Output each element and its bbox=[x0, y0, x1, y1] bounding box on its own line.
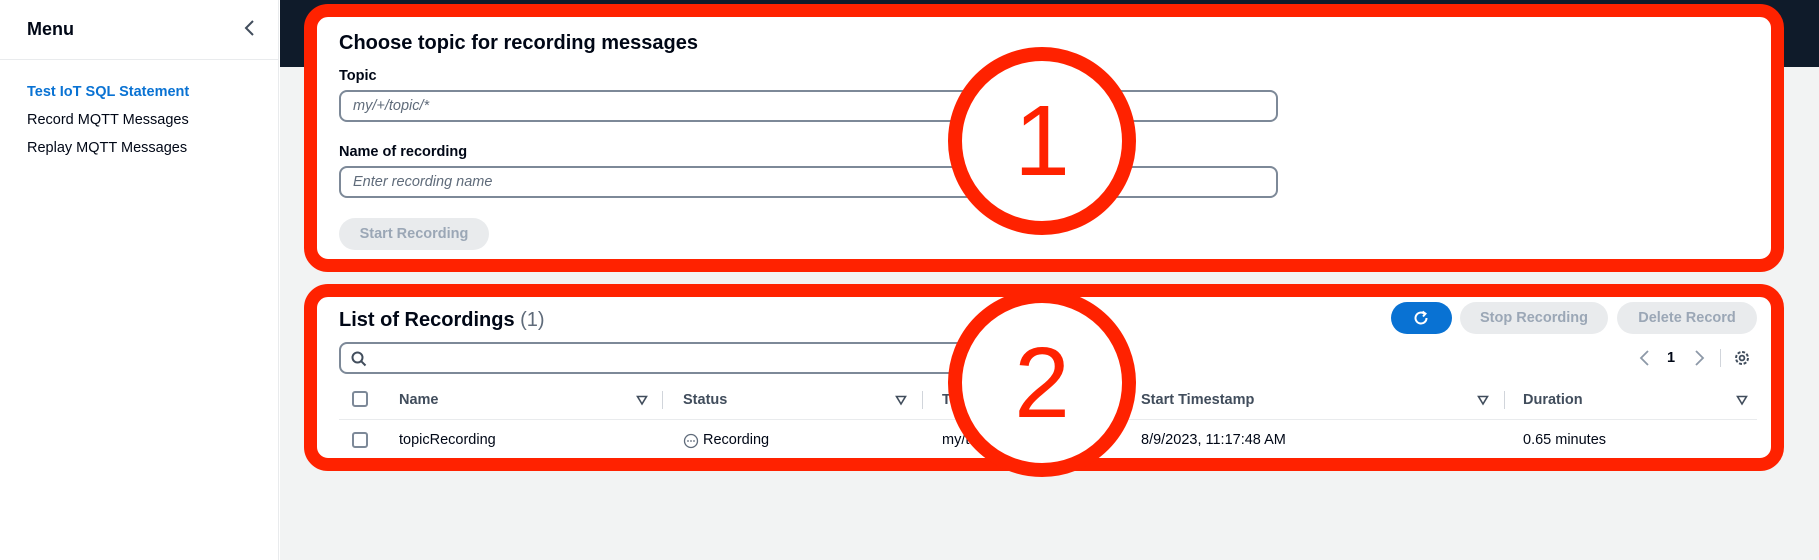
sort-caret-icon[interactable] bbox=[1736, 394, 1748, 406]
side-navigation: Menu Test IoT SQL Statement Record MQTT … bbox=[0, 0, 279, 560]
recordings-search-input[interactable] bbox=[339, 342, 989, 374]
recordings-title: List of Recordings (1) bbox=[339, 309, 545, 332]
settings-gear-icon[interactable] bbox=[1733, 349, 1751, 367]
topic-input[interactable] bbox=[339, 90, 1278, 122]
refresh-icon bbox=[1414, 310, 1428, 325]
sidebar-nav: Test IoT SQL Statement Record MQTT Messa… bbox=[27, 82, 189, 166]
column-header-status[interactable]: Status bbox=[683, 392, 727, 408]
table-cell-name: topicRecording bbox=[399, 432, 496, 448]
recordings-count: (1) bbox=[520, 309, 545, 331]
recordings-title-text: List of Recordings bbox=[339, 309, 515, 331]
column-header-start-timestamp[interactable]: Start Timestamp bbox=[1141, 392, 1254, 408]
column-header-name[interactable]: Name bbox=[399, 392, 439, 408]
sidebar-item-test-iot-sql[interactable]: Test IoT SQL Statement bbox=[27, 82, 189, 110]
column-divider bbox=[922, 391, 923, 409]
pagination-divider bbox=[1720, 349, 1721, 367]
start-recording-button[interactable]: Start Recording bbox=[339, 218, 489, 250]
record-section-title: Choose topic for recording messages bbox=[339, 32, 698, 54]
sidebar-title: Menu bbox=[27, 19, 74, 39]
recording-name-label: Name of recording bbox=[339, 144, 468, 160]
stop-recording-button[interactable]: Stop Recording bbox=[1460, 302, 1608, 334]
sidebar-item-replay-mqtt[interactable]: Replay MQTT Messages bbox=[27, 138, 189, 166]
column-header-duration[interactable]: Duration bbox=[1523, 392, 1583, 408]
row-select-checkbox[interactable] bbox=[352, 432, 368, 448]
select-all-checkbox[interactable] bbox=[352, 391, 368, 407]
delete-record-button[interactable]: Delete Record bbox=[1617, 302, 1757, 334]
table-cell-status: Recording bbox=[703, 432, 770, 448]
sidebar-item-record-mqtt[interactable]: Record MQTT Messages bbox=[27, 110, 189, 138]
topic-label: Topic bbox=[339, 68, 377, 84]
sort-caret-icon[interactable] bbox=[895, 394, 907, 406]
table-cell-duration: 0.65 minutes bbox=[1523, 432, 1607, 448]
column-divider bbox=[662, 391, 663, 409]
sort-caret-icon[interactable] bbox=[636, 394, 648, 406]
chevron-left-icon[interactable] bbox=[240, 18, 260, 38]
column-divider bbox=[1504, 391, 1505, 409]
annotation-marker-2: 2 bbox=[948, 289, 1136, 477]
status-in-progress-icon bbox=[683, 433, 699, 449]
pagination-next-icon[interactable] bbox=[1692, 349, 1706, 367]
refresh-button[interactable] bbox=[1391, 302, 1452, 334]
recording-name-input[interactable] bbox=[339, 166, 1278, 198]
table-cell-start-timestamp: 8/9/2023, 11:17:48 AM bbox=[1141, 432, 1286, 448]
annotation-marker-1: 1 bbox=[948, 47, 1136, 235]
sidebar-header: Menu bbox=[0, 0, 278, 60]
sort-caret-icon[interactable] bbox=[1477, 394, 1489, 406]
pagination-prev-icon[interactable] bbox=[1638, 349, 1652, 367]
pagination-page-number[interactable]: 1 bbox=[1667, 350, 1675, 366]
search-icon bbox=[351, 351, 367, 367]
